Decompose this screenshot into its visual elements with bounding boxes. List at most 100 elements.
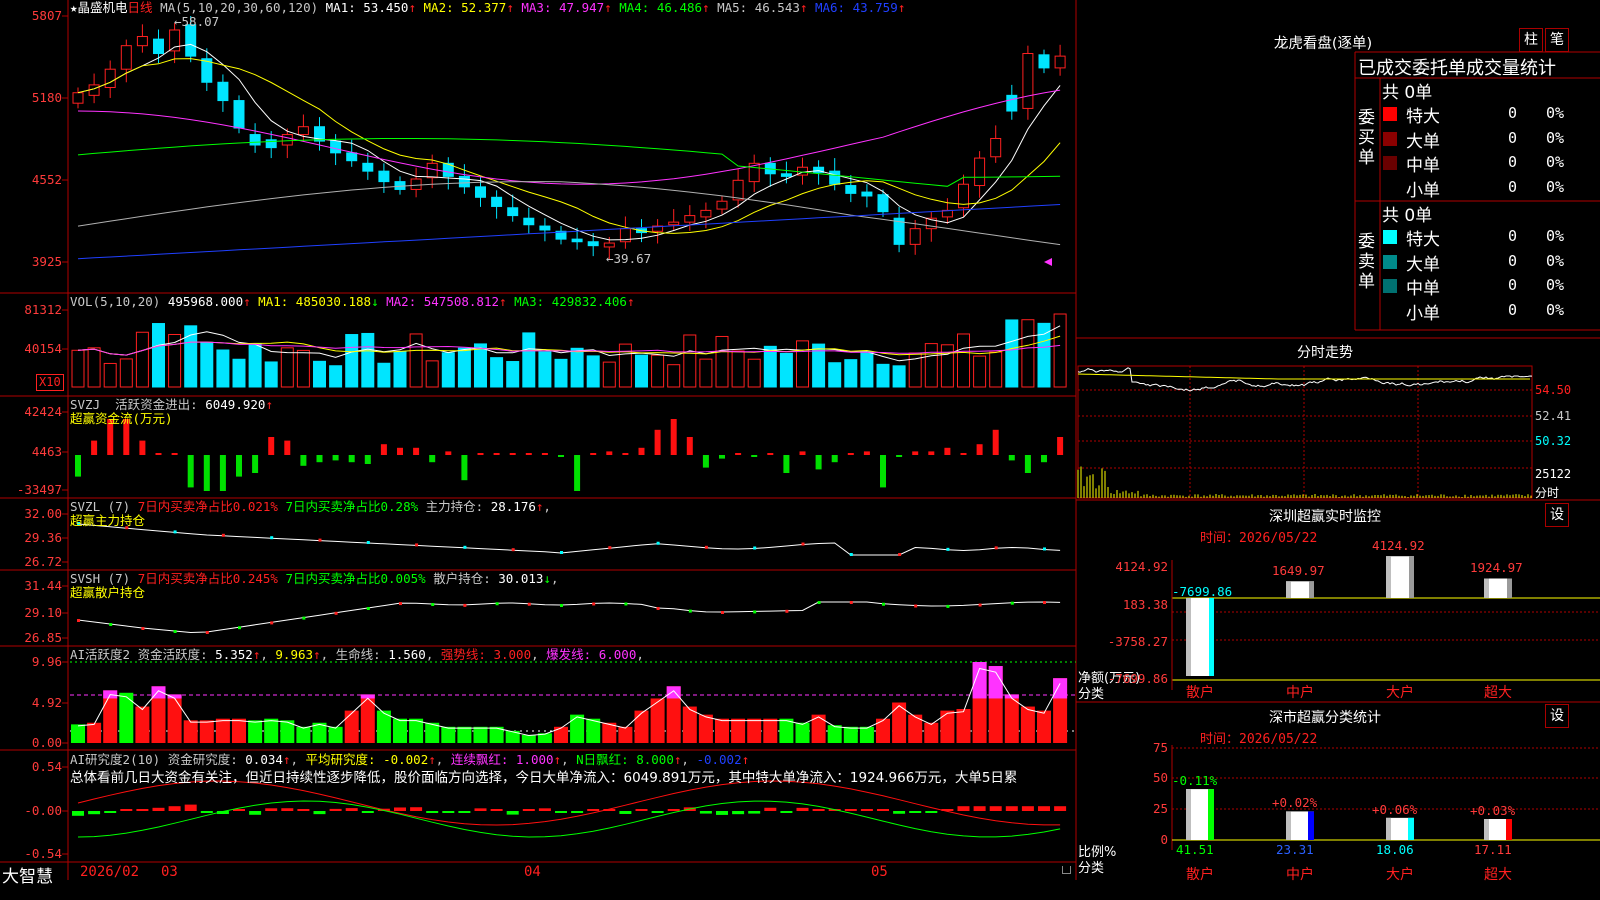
ai-active-peak (1053, 678, 1068, 699)
monitor-bar-shade (1484, 578, 1489, 598)
ai-research-bar (587, 809, 600, 811)
brand-logo[interactable]: 大智慧 (2, 862, 53, 887)
vol-ma-arrow: ↑ (499, 294, 515, 309)
buy-row-count-1: 0 (1508, 128, 1518, 147)
svzj-bar (187, 455, 194, 488)
monitor-y-1: 183.38 (1122, 597, 1168, 612)
sell-row-label-2: 中单 (1406, 279, 1440, 299)
candle-body (603, 242, 615, 248)
monitor-bar-1 (1286, 581, 1314, 598)
candle (442, 157, 454, 190)
classify-bar-2 (1386, 817, 1414, 840)
tick-view-button[interactable]: 笔 (1545, 28, 1569, 52)
classify-delta-1: +0.02% (1272, 795, 1318, 811)
candle-body (909, 228, 921, 245)
lock-icon[interactable] (1062, 866, 1071, 874)
ai-active-bar (843, 726, 858, 743)
candles (72, 16, 1066, 261)
period-label[interactable]: 日线 (128, 0, 153, 15)
classify-cat-3: 超大 (1484, 867, 1512, 883)
svsh-marker (270, 621, 274, 625)
svzj-bar (380, 444, 387, 455)
svsh-line (77, 601, 1061, 634)
ai-active-bar (795, 722, 810, 743)
volume-bar (71, 349, 85, 388)
svzl-marker (560, 551, 563, 554)
sell-row-count-2: 0 (1508, 276, 1518, 294)
candle (716, 195, 728, 215)
ai-research-bar (345, 808, 358, 811)
svzj-y-label-1: 4463 (31, 444, 62, 459)
candle-body (426, 162, 438, 179)
svzl-marker (608, 546, 612, 550)
svsh-marker (302, 616, 306, 620)
svzl-marker (415, 543, 419, 547)
monitor-bar-edge (1409, 556, 1414, 598)
sz-classify-settings-button[interactable]: 设 (1545, 704, 1569, 728)
volume-bar (345, 334, 359, 388)
svzj-bar (1041, 455, 1047, 463)
candle-body (523, 217, 535, 226)
buy-row-label-3: 小单 (1406, 180, 1440, 201)
svsh-marker (849, 601, 853, 604)
volume-bar (441, 352, 455, 388)
svzj-y-label-2: -33497 (16, 482, 62, 497)
volume-bar (457, 347, 471, 388)
stock-name[interactable]: ★晶盛机电 (70, 0, 128, 15)
monitor-cat-3: 超大 (1484, 685, 1512, 701)
vol-ma-arrow: ↑ (626, 294, 635, 309)
ai-research-bar (538, 808, 551, 811)
svzj-bar (863, 451, 870, 455)
candle-body (507, 207, 519, 217)
volume-bar (490, 357, 504, 388)
buy-row-pct-1: 0% (1546, 128, 1565, 147)
volume-bar (618, 343, 632, 388)
sell-row-pct-2: 0% (1546, 276, 1565, 294)
candle (909, 219, 921, 255)
candle-body (217, 81, 229, 102)
vol-ma-2: MA2: 547508.812 (386, 294, 500, 309)
ai-research-bar (1054, 806, 1067, 811)
ai-research-bar (490, 809, 503, 811)
buy-row-swatch-1 (1383, 131, 1397, 146)
candle (217, 74, 229, 112)
svsh-marker (527, 602, 531, 606)
monitor-bar-0 (1186, 598, 1214, 676)
bar-view-button[interactable]: 柱 (1519, 28, 1543, 52)
classify-cat-2: 大户 (1386, 867, 1414, 883)
monitor-bar-3 (1484, 578, 1512, 598)
svzj-bar (847, 453, 854, 455)
volume-bar (393, 351, 407, 388)
svsh-y-label-1: 29.10 (24, 605, 62, 620)
classify-bar-3 (1484, 819, 1512, 840)
svsh-marker (205, 631, 209, 634)
svzj-bar (461, 455, 468, 481)
monitor-bar-shade (1186, 598, 1191, 676)
sz-monitor-settings-button[interactable]: 设 (1545, 503, 1569, 527)
svsh-marker (431, 603, 435, 607)
main-y-label-2: 4552 (31, 172, 62, 187)
candle (990, 125, 1002, 163)
scroll-marker (1044, 258, 1052, 266)
ma-value-5: MA5: 46.543 (717, 0, 800, 15)
ma-arrow: ↑ (506, 0, 522, 15)
monitor-bar-shade (1386, 556, 1391, 598)
classify-bar-edge (1408, 817, 1414, 840)
ai-research-bar (426, 811, 439, 813)
monitor-y-0: 4124.92 (1115, 559, 1168, 574)
svsh-marker (753, 610, 757, 614)
sell-row-pct-1: 0% (1546, 251, 1565, 270)
ai-research-bar (281, 808, 294, 811)
ai-active-y-label-1: 4.92 (31, 695, 62, 710)
sell-total: 共 0单 (1382, 206, 1433, 226)
candle-body (362, 162, 374, 172)
monitor-bar-edge (1507, 578, 1512, 598)
main-y-label-1: 5180 (31, 90, 62, 105)
candle-body (458, 175, 470, 188)
sz-classify-title: 深市超赢分类统计 (1269, 710, 1381, 726)
svsh-markers (77, 601, 1046, 634)
svzj-bar (686, 437, 693, 455)
ai-research-bar (104, 811, 117, 813)
ai-research-bar (925, 811, 938, 813)
svzj-bar (332, 455, 339, 461)
